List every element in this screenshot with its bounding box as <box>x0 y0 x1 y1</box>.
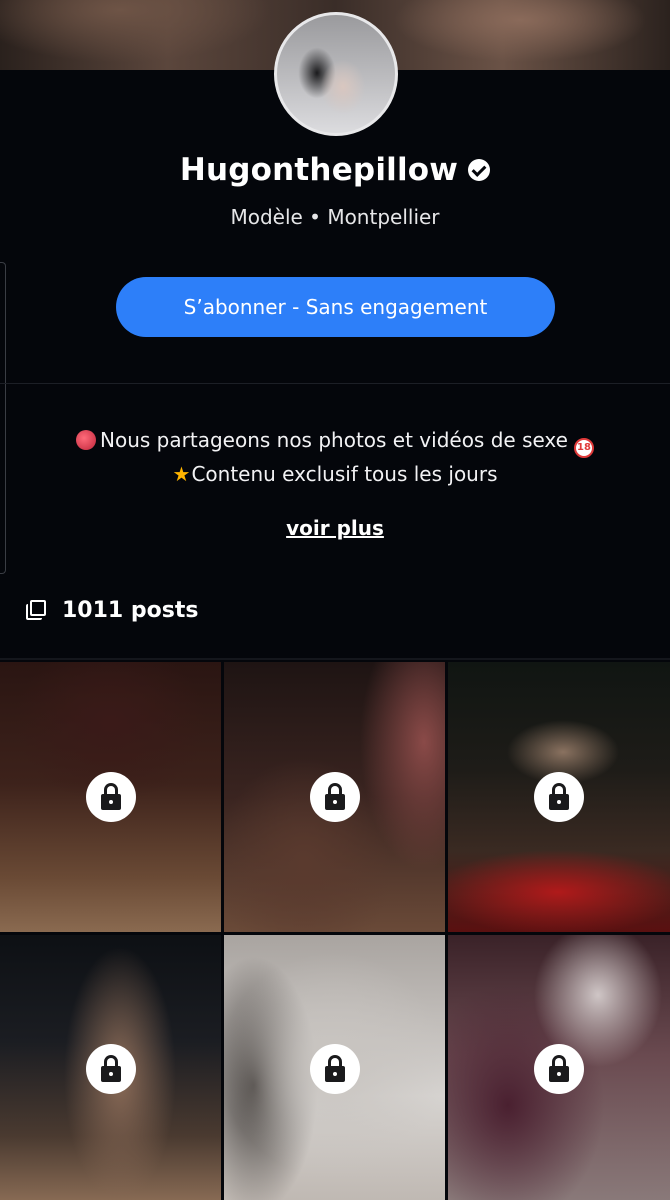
see-more-link[interactable]: voir plus <box>0 516 670 540</box>
profile-name: Hugonthepillow <box>179 152 459 188</box>
bio-line-2: ★Contenu exclusif tous les jours <box>0 458 670 491</box>
multiple-posts-icon <box>26 600 46 620</box>
lock-icon <box>85 1044 136 1094</box>
post-tile[interactable] <box>224 662 445 932</box>
lock-icon <box>309 1044 360 1094</box>
post-tile[interactable] <box>224 935 445 1200</box>
bio-line-1: Nous partageons nos photos et vidéos de … <box>0 424 670 458</box>
lock-icon <box>85 772 136 822</box>
verified-badge-icon <box>468 159 491 181</box>
divider <box>0 658 670 660</box>
lock-icon <box>309 772 360 822</box>
posts-grid <box>0 662 670 1200</box>
profile-subtitle: Modèle • Montpellier <box>230 205 440 229</box>
posts-count-row: 1011 posts <box>26 594 198 626</box>
bio-line-1-text: Nous partageons nos photos et vidéos de … <box>100 428 568 452</box>
subscribe-button[interactable]: S’abonner - Sans engagement <box>116 277 555 337</box>
no-under-18-emoji: 18 <box>573 438 594 458</box>
posts-count: 1011 posts <box>62 597 199 623</box>
star-emoji: ★ <box>172 462 191 486</box>
devil-face-emoji <box>76 430 97 450</box>
lock-icon <box>534 1044 584 1094</box>
post-tile[interactable] <box>0 662 221 932</box>
divider <box>0 383 670 384</box>
bio-line-2-text: Contenu exclusif tous les jours <box>191 462 498 486</box>
lock-icon <box>534 772 584 822</box>
post-tile[interactable] <box>448 935 670 1200</box>
post-tile[interactable] <box>0 935 221 1200</box>
post-tile[interactable] <box>448 662 670 932</box>
bio: Nous partageons nos photos et vidéos de … <box>0 424 670 491</box>
avatar[interactable] <box>274 12 398 136</box>
profile-name-row: Hugonthepillow <box>0 148 670 192</box>
